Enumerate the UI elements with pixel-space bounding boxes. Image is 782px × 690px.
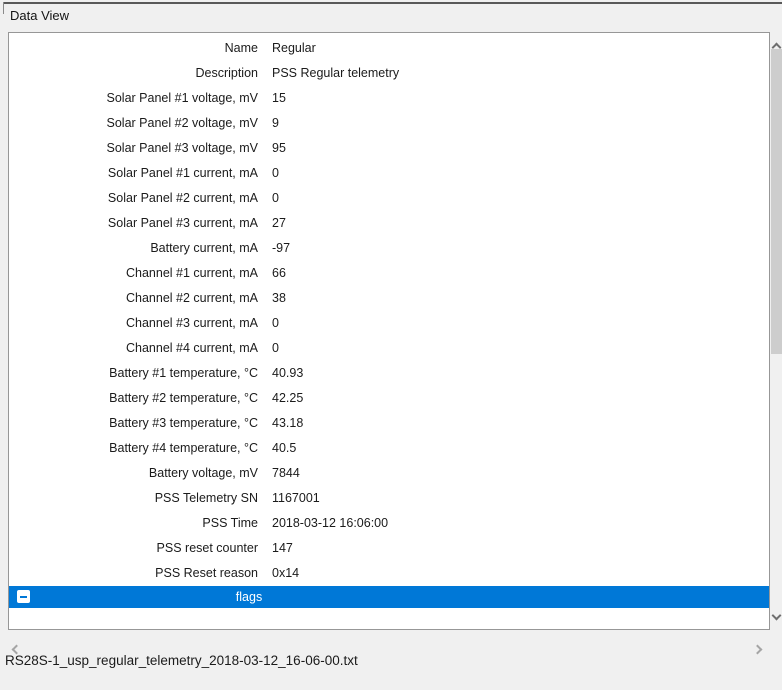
row-label: Channel #2 current, mA	[9, 291, 258, 305]
row-value: 0	[272, 316, 279, 330]
row-label: Battery current, mA	[9, 241, 258, 255]
row-label: Battery #4 temperature, °C	[9, 441, 258, 455]
group-row-label: flags	[236, 590, 262, 604]
row-label: PSS Time	[9, 516, 258, 530]
row-value: PSS Regular telemetry	[272, 66, 399, 80]
status-filename: RS28S-1_usp_regular_telemetry_2018-03-12…	[5, 653, 358, 668]
row-value: 0	[272, 191, 279, 205]
row-label: Solar Panel #3 voltage, mV	[9, 141, 258, 155]
collapse-icon[interactable]	[17, 590, 30, 603]
row-value: 40.5	[272, 441, 296, 455]
row-label: Description	[9, 66, 258, 80]
table-row[interactable]: PSS Time 2018-03-12 16:06:00	[9, 510, 769, 535]
vertical-scrollbar[interactable]	[771, 32, 782, 631]
row-value: 42.25	[272, 391, 303, 405]
table-row[interactable]: Battery current, mA -97	[9, 235, 769, 260]
row-value: 40.93	[272, 366, 303, 380]
panel-title: Data View	[10, 8, 69, 23]
table-row[interactable]: Solar Panel #2 current, mA 0	[9, 185, 769, 210]
table-row[interactable]: Solar Panel #1 voltage, mV 15	[9, 85, 769, 110]
row-value: 1167001	[272, 491, 320, 505]
row-value: 15	[272, 91, 286, 105]
row-value: 43.18	[272, 416, 303, 430]
row-value: Regular	[272, 41, 316, 55]
row-value: 66	[272, 266, 286, 280]
table-row[interactable]: Solar Panel #2 voltage, mV 9	[9, 110, 769, 135]
table-row[interactable]: Solar Panel #3 current, mA 27	[9, 210, 769, 235]
table-row[interactable]: Battery voltage, mV 7844	[9, 460, 769, 485]
table-row[interactable]: Battery #4 temperature, °C 40.5	[9, 435, 769, 460]
row-label: Solar Panel #2 voltage, mV	[9, 116, 258, 130]
row-label: Name	[9, 41, 258, 55]
row-value: 0	[272, 341, 279, 355]
row-label: PSS Reset reason	[9, 566, 258, 580]
row-label: PSS reset counter	[9, 541, 258, 555]
row-label: Channel #1 current, mA	[9, 266, 258, 280]
data-view-table: Name Regular Description PSS Regular tel…	[8, 32, 770, 630]
table-row[interactable]: Solar Panel #3 voltage, mV 95	[9, 135, 769, 160]
row-value: -97	[272, 241, 290, 255]
data-rows: Name Regular Description PSS Regular tel…	[9, 33, 769, 585]
groupbox-left-border	[3, 2, 4, 14]
row-label: Battery voltage, mV	[9, 466, 258, 480]
table-row[interactable]: Channel #1 current, mA 66	[9, 260, 769, 285]
row-label: PSS Telemetry SN	[9, 491, 258, 505]
table-row[interactable]: PSS Reset reason 0x14	[9, 560, 769, 585]
scroll-down-icon[interactable]	[772, 611, 782, 621]
groupbox-top-border	[3, 2, 782, 4]
row-value: 95	[272, 141, 286, 155]
vertical-scrollbar-thumb[interactable]	[771, 49, 782, 354]
row-label: Solar Panel #1 current, mA	[9, 166, 258, 180]
row-value: 0x14	[272, 566, 299, 580]
row-label: Solar Panel #2 current, mA	[9, 191, 258, 205]
table-row[interactable]: Channel #3 current, mA 0	[9, 310, 769, 335]
table-row[interactable]: Description PSS Regular telemetry	[9, 60, 769, 85]
minus-icon	[20, 596, 27, 598]
row-value: 38	[272, 291, 286, 305]
scroll-right-icon[interactable]	[754, 640, 761, 658]
row-label: Channel #3 current, mA	[9, 316, 258, 330]
row-value: 2018-03-12 16:06:00	[272, 516, 388, 530]
row-label: Battery #3 temperature, °C	[9, 416, 258, 430]
table-row[interactable]: PSS Telemetry SN 1167001	[9, 485, 769, 510]
table-row[interactable]: Channel #2 current, mA 38	[9, 285, 769, 310]
table-row[interactable]: Battery #2 temperature, °C 42.25	[9, 385, 769, 410]
table-row[interactable]: Battery #1 temperature, °C 40.93	[9, 360, 769, 385]
table-row[interactable]: Channel #4 current, mA 0	[9, 335, 769, 360]
row-value: 27	[272, 216, 286, 230]
row-label: Battery #1 temperature, °C	[9, 366, 258, 380]
row-label: Solar Panel #3 current, mA	[9, 216, 258, 230]
table-row[interactable]: Solar Panel #1 current, mA 0	[9, 160, 769, 185]
row-value: 147	[272, 541, 293, 555]
row-value: 7844	[272, 466, 300, 480]
row-label: Channel #4 current, mA	[9, 341, 258, 355]
group-row-flags[interactable]: flags	[9, 586, 769, 608]
table-row[interactable]: PSS reset counter 147	[9, 535, 769, 560]
row-value: 0	[272, 166, 279, 180]
row-value: 9	[272, 116, 279, 130]
row-label: Battery #2 temperature, °C	[9, 391, 258, 405]
table-row[interactable]: Name Regular	[9, 35, 769, 60]
table-row[interactable]: Battery #3 temperature, °C 43.18	[9, 410, 769, 435]
row-label: Solar Panel #1 voltage, mV	[9, 91, 258, 105]
